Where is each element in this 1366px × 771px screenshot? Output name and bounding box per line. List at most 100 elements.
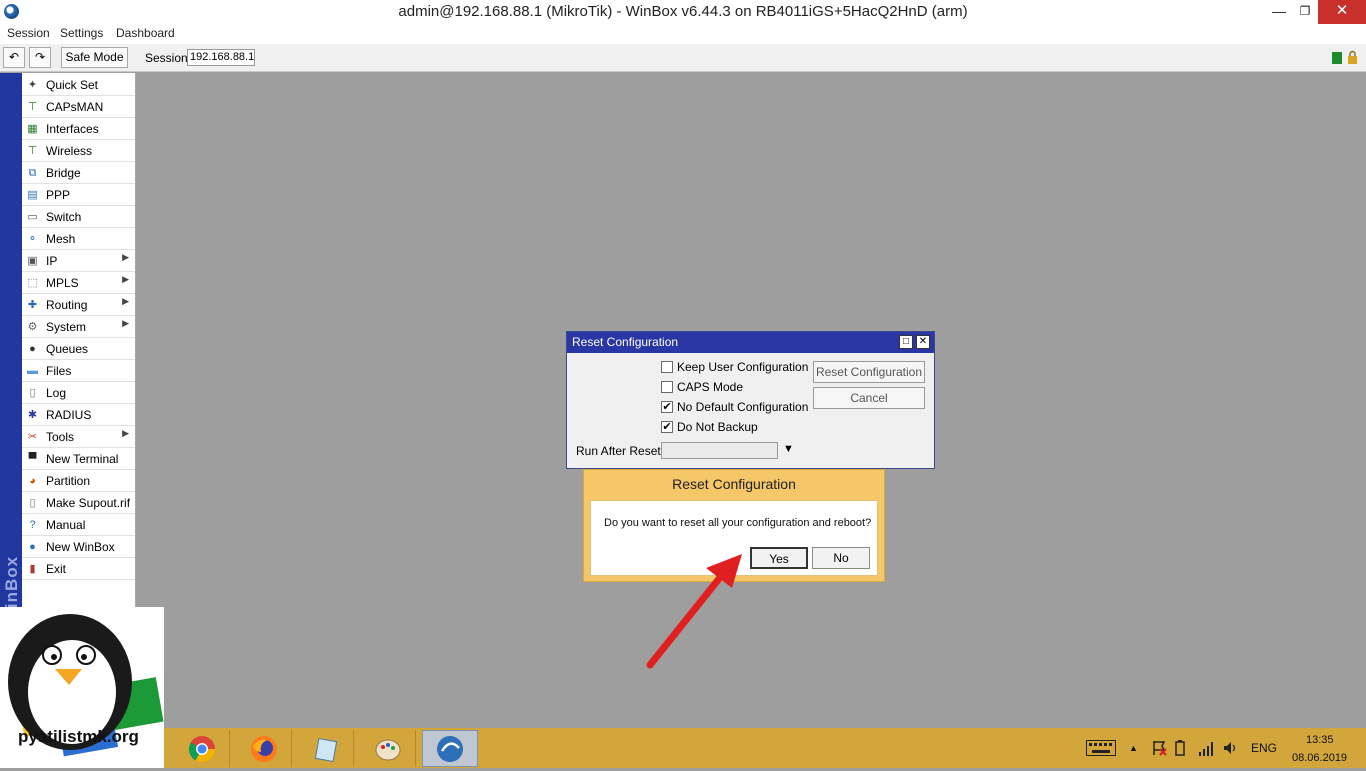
mpls-icon: ⬚ [27, 277, 38, 289]
taskbar-firefox[interactable] [236, 730, 292, 767]
wireless-icon: ⊤ [27, 145, 38, 157]
battery-icon[interactable] [1173, 740, 1187, 756]
sidebar-item-label: Interfaces [46, 122, 99, 136]
clock-date[interactable]: 08.06.2019 [1292, 752, 1347, 764]
clock-time[interactable]: 13:35 [1306, 734, 1334, 746]
run-after-reset-label: Run After Reset: [576, 444, 665, 458]
checkbox[interactable] [661, 361, 673, 373]
sidebar-item-files[interactable]: ▬ Files [22, 360, 135, 382]
sidebar-item-switch[interactable]: ▭ Switch [22, 206, 135, 228]
chrome-icon [188, 735, 215, 762]
tools-icon: ✂ [27, 431, 38, 443]
ip-icon: ▣ [27, 255, 38, 267]
sidebar-item-partition[interactable]: ◕ Partition [22, 470, 135, 492]
taskbar-paint[interactable] [360, 730, 416, 767]
lock-icon [1348, 50, 1357, 64]
no-button[interactable]: No [812, 547, 870, 569]
close-button[interactable]: ✕ [1318, 0, 1366, 24]
run-after-reset-field[interactable] [661, 442, 778, 459]
cancel-button[interactable]: Cancel [813, 387, 925, 409]
action-center-flag-icon[interactable] [1151, 740, 1167, 756]
menu-session[interactable]: Session [7, 26, 50, 40]
sidebar-item-new-terminal[interactable]: ▀ New Terminal [22, 448, 135, 470]
submenu-arrow-icon: ▶ [122, 296, 129, 306]
sidebar-item-exit[interactable]: ▮ Exit [22, 558, 135, 580]
checkbox[interactable]: ✔ [661, 401, 673, 413]
signal-icon[interactable] [1198, 740, 1216, 756]
sidebar-item-radius[interactable]: ✱ RADIUS [22, 404, 135, 426]
yes-button[interactable]: Yes [750, 547, 808, 569]
checkbox[interactable] [661, 381, 673, 393]
winbox-icon [437, 735, 463, 762]
folder-icon: ▬ [27, 365, 38, 377]
switch-icon: ▭ [27, 211, 38, 223]
submenu-arrow-icon: ▶ [122, 274, 129, 284]
menu-dashboard[interactable]: Dashboard [116, 26, 175, 40]
sidebar-item-label: RADIUS [46, 408, 92, 422]
option-label: CAPS Mode [677, 380, 744, 394]
menu-settings[interactable]: Settings [60, 26, 103, 40]
window-title: admin@192.168.88.1 (MikroTik) - WinBox v… [398, 3, 968, 20]
sidebar-item-label: PPP [46, 188, 71, 202]
mesh-icon: ⚬ [27, 233, 38, 245]
menu-bar: Session Settings Dashboard [0, 24, 1366, 44]
sidebar-item-ppp[interactable]: ▤ PPP [22, 184, 135, 206]
dialog-close-button[interactable]: ✕ [916, 335, 930, 349]
bridge-icon: ⧉ [28, 167, 37, 179]
sidebar-item-interfaces[interactable]: ▦ Interfaces [22, 118, 135, 140]
sidebar-item-label: Tools [46, 430, 75, 444]
sidebar-item-ip[interactable]: ▣ IP ▶ [22, 250, 135, 272]
redo-button[interactable]: ↷ [29, 47, 51, 68]
reset-configuration-button[interactable]: Reset Configuration [813, 361, 925, 383]
taskbar-chrome[interactable] [174, 730, 230, 767]
tray-overflow-icon[interactable]: ▲ [1129, 728, 1138, 768]
help-icon: ? [29, 519, 36, 531]
radius-icon: ✱ [27, 409, 38, 421]
sidebar-item-label: Partition [46, 474, 91, 488]
connection-status-icon [1332, 52, 1342, 64]
sidebar-item-mpls[interactable]: ⬚ MPLS ▶ [22, 272, 135, 294]
session-field[interactable]: 192.168.88.1 [187, 49, 255, 66]
sidebar-item-log[interactable]: ▯ Log [22, 382, 135, 404]
partition-icon: ◕ [29, 475, 36, 487]
sidebar-item-label: Quick Set [46, 78, 99, 92]
ppp-icon: ▤ [27, 189, 38, 201]
log-icon: ▯ [29, 387, 36, 399]
language-indicator[interactable]: ENG [1251, 728, 1277, 768]
taskbar-winbox[interactable] [422, 730, 478, 767]
option-label: No Default Configuration [677, 400, 809, 414]
undo-button[interactable]: ↶ [3, 47, 25, 68]
sidebar-item-label: Make Supout.rif [46, 496, 131, 510]
volume-icon[interactable] [1222, 740, 1238, 756]
title-bar: admin@192.168.88.1 (MikroTik) - WinBox v… [0, 0, 1366, 24]
sidebar-item-wireless[interactable]: ⊤ Wireless [22, 140, 135, 162]
sidebar-item-queues[interactable]: ● Queues [22, 338, 135, 360]
keyboard-icon[interactable] [1086, 740, 1116, 756]
sidebar-item-routing[interactable]: ✚ Routing ▶ [22, 294, 135, 316]
notepad-icon [314, 737, 337, 762]
sidebar-item-label: IP [46, 254, 58, 268]
sidebar-item-system[interactable]: ⚙ System ▶ [22, 316, 135, 338]
sidebar-item-new-winbox[interactable]: ● New WinBox [22, 536, 135, 558]
sidebar-brand-text: inBox [2, 555, 22, 609]
checkbox[interactable]: ✔ [661, 421, 673, 433]
sidebar-item-label: Queues [46, 342, 89, 356]
taskbar-notepad[interactable] [298, 730, 354, 767]
antenna-icon: ⊤ [27, 101, 38, 113]
dialog-title: Reset Configuration [567, 332, 934, 353]
sidebar-item-capsman[interactable]: ⊤ CAPsMAN [22, 96, 135, 118]
dialog-restore-button[interactable]: □ [899, 335, 913, 349]
queues-icon: ● [29, 343, 36, 355]
sidebar-item-label: System [46, 320, 87, 334]
paint-icon [375, 739, 400, 760]
sidebar-item-manual[interactable]: ? Manual [22, 514, 135, 536]
sidebar-item-tools[interactable]: ✂ Tools ▶ [22, 426, 135, 448]
sidebar-item-make-supout-rif[interactable]: ▯ Make Supout.rif [22, 492, 135, 514]
sidebar-item-bridge[interactable]: ⧉ Bridge [22, 162, 135, 184]
restore-button[interactable]: ❐ [1290, 0, 1320, 24]
sidebar-item-quick-set[interactable]: ✦ Quick Set [22, 74, 135, 96]
safe-mode-button[interactable]: Safe Mode [61, 47, 128, 68]
sidebar-item-mesh[interactable]: ⚬ Mesh [22, 228, 135, 250]
dropdown-arrow-icon[interactable]: ▼ [783, 443, 794, 455]
terminal-icon: ▀ [28, 453, 37, 465]
